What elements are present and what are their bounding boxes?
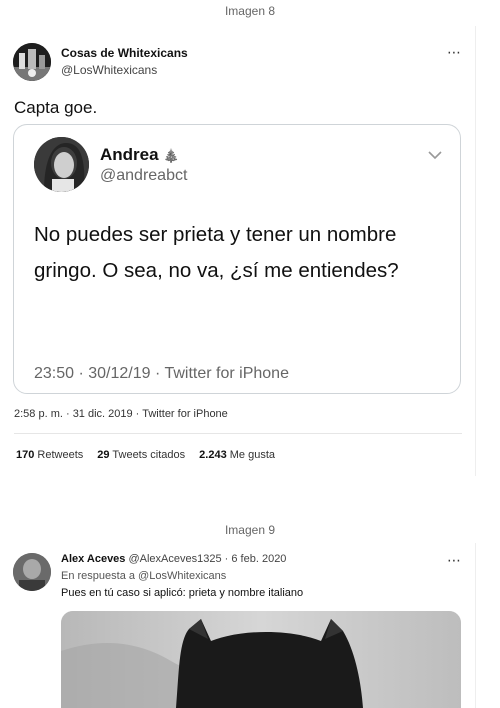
reply-media-image[interactable] (61, 611, 461, 708)
chevron-down-icon[interactable] (428, 150, 442, 160)
retweets-label: Retweets (37, 449, 84, 461)
reply-author-handle[interactable]: @AlexAceves1325 (128, 553, 221, 565)
reply-to[interactable]: En respuesta a @LosWhitexicans (61, 570, 226, 582)
more-icon[interactable]: ⋯ (447, 45, 461, 59)
quoted-tweet-text: No puedes ser prieta y tener un nombre g… (34, 223, 399, 282)
retweets-stat[interactable]: 170 Retweets (16, 449, 83, 461)
tweet-stats: 170 Retweets 29 Tweets citados 2.243 Me … (16, 449, 275, 461)
tweet-card[interactable]: Cosas de Whitexicans @LosWhitexicans ⋯ C… (0, 26, 476, 476)
likes-label: Me gusta (229, 449, 275, 461)
quotes-label: Tweets citados (112, 449, 186, 461)
retweets-count: 170 (16, 449, 35, 461)
author-handle[interactable]: @LosWhitexicans (61, 63, 157, 77)
quoted-author-name-text: Andrea (100, 145, 159, 164)
quoted-tweet-meta: 23:50 · 30/12/19 · Twitter for iPhone (34, 365, 289, 382)
reply-header: Alex Aceves @AlexAceves1325 · 6 feb. 202… (61, 553, 286, 565)
divider (14, 433, 462, 434)
tweet-text: Capta goe. (14, 98, 98, 117)
quoted-author-name[interactable]: Andrea 🎄 (100, 145, 180, 165)
tweet-timestamp[interactable]: 2:58 p. m. · 31 dic. 2019 · Twitter for … (14, 408, 228, 420)
image-caption-9: Imagen 9 (224, 523, 276, 537)
reply-photo (61, 611, 461, 708)
quoted-tweet[interactable]: Andrea 🎄 @andreabct No puedes ser prieta… (13, 124, 461, 394)
reply-avatar[interactable] (13, 553, 51, 591)
likes-stat[interactable]: 2.243 Me gusta (199, 449, 275, 461)
reply-tweet-card[interactable]: Alex Aceves @AlexAceves1325 · 6 feb. 202… (0, 543, 476, 708)
quoted-avatar-image (34, 137, 89, 192)
reply-date[interactable]: · 6 feb. 2020 (225, 553, 287, 565)
reply-text: Pues en tú caso si aplicó: prieta y nomb… (61, 587, 304, 599)
quoted-author-handle[interactable]: @andreabct (100, 167, 187, 185)
avatar-image (13, 43, 51, 81)
quoted-avatar[interactable] (34, 137, 89, 192)
christmas-tree-icon: 🎄 (163, 148, 180, 163)
reply-author-name[interactable]: Alex Aceves (61, 553, 125, 565)
quotes-count: 29 (97, 449, 110, 461)
reply-more-icon[interactable]: ⋯ (447, 553, 461, 567)
quotes-stat[interactable]: 29 Tweets citados (97, 449, 185, 461)
avatar[interactable] (13, 43, 51, 81)
image-caption-8: Imagen 8 (224, 4, 276, 18)
reply-avatar-image (13, 553, 51, 591)
likes-count: 2.243 (199, 449, 227, 461)
author-name[interactable]: Cosas de Whitexicans (61, 46, 188, 60)
